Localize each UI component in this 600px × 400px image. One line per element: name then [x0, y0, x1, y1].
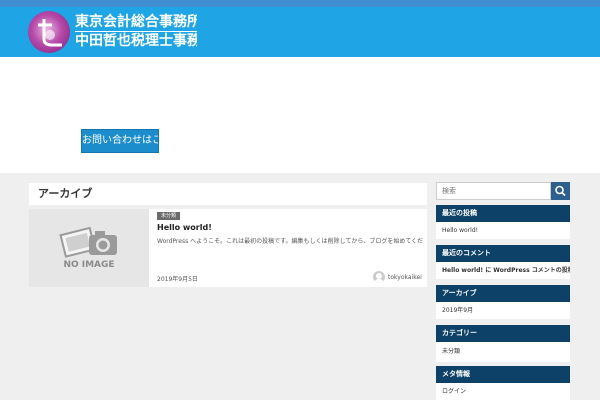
post-thumbnail[interactable]: NO IMAGE [29, 209, 149, 287]
widget-title-recent-comments: 最近のコメント [436, 245, 570, 262]
logo-title-line2: 中田哲也税理士事務所 [75, 31, 197, 50]
author-avatar-icon [373, 271, 385, 283]
widget-title-meta: メタ情報 [436, 366, 570, 383]
logo-icon [38, 19, 62, 47]
post-title-link[interactable]: Hello world! [157, 223, 212, 232]
search-icon [555, 185, 566, 197]
search-button[interactable] [551, 182, 570, 200]
no-image-label: NO IMAGE [63, 260, 115, 270]
widget-title-archives: アーカイブ [436, 285, 570, 302]
category-badge[interactable]: 未分類 [157, 212, 181, 220]
contact-button[interactable]: お問い合わせはこちら [81, 129, 159, 153]
widget-item-recent-post[interactable]: Hello world! [436, 222, 570, 239]
post-card: NO IMAGE 未分類 Hello world! WordPress へようこ… [29, 209, 427, 287]
logo-emblem[interactable] [28, 11, 70, 53]
widget-title-recent-posts: 最近の投稿 [436, 205, 570, 222]
widget-item-login[interactable]: ログイン [436, 383, 570, 400]
widget-item-recent-comment[interactable]: Hello world! に WordPress コメントの投稿者 より [436, 262, 570, 279]
post-date: 2019年9月5日 [157, 276, 198, 283]
post-excerpt: WordPress へようこそ。これは最初の投稿です。編集もしくは削除してから、… [157, 238, 423, 245]
top-accent-bar [0, 0, 600, 7]
hero-section: お問い合わせはこちら [0, 57, 600, 173]
post-author[interactable]: tokyokaikei [373, 271, 422, 283]
camera-icon [59, 226, 117, 258]
search-input[interactable] [436, 182, 551, 200]
widget-title-categories: カテゴリー [436, 325, 570, 342]
site-logo-text[interactable]: 東京会計総合事務所 中田哲也税理士事務所 [75, 13, 197, 50]
logo-title-line1: 東京会計総合事務所 [75, 14, 197, 30]
author-name: tokyokaikei [388, 273, 422, 281]
archive-title: アーカイブ [29, 183, 427, 205]
widget-item-archive-month[interactable]: 2019年9月 [436, 302, 570, 319]
widget-item-category[interactable]: 未分類 [436, 342, 570, 362]
site-header: 東京会計総合事務所 中田哲也税理士事務所 [0, 7, 600, 57]
